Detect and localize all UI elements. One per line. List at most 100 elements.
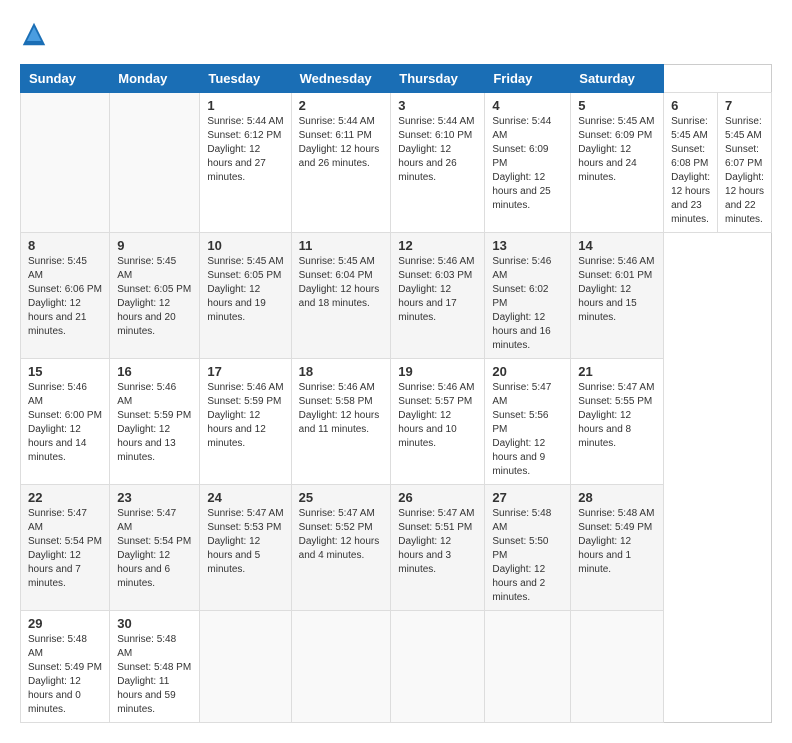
sunrise: Sunrise: 5:48 AM bbox=[492, 508, 551, 533]
calendar-day-cell: 6 Sunrise: 5:45 AM Sunset: 6:08 PM Dayli… bbox=[664, 93, 718, 233]
day-number: 27 bbox=[492, 490, 563, 505]
sunrise: Sunrise: 5:46 AM bbox=[207, 382, 283, 393]
sunset: Sunset: 5:56 PM bbox=[492, 410, 548, 435]
day-info: Sunrise: 5:44 AM Sunset: 6:09 PM Dayligh… bbox=[492, 115, 563, 213]
day-info: Sunrise: 5:48 AM Sunset: 5:48 PM Dayligh… bbox=[117, 633, 192, 717]
daylight: Daylight: 12 hours and 15 minutes. bbox=[578, 284, 636, 323]
daylight: Daylight: 12 hours and 8 minutes. bbox=[578, 410, 631, 449]
calendar-day-cell: 26 Sunrise: 5:47 AM Sunset: 5:51 PM Dayl… bbox=[391, 485, 485, 611]
daylight: Daylight: 12 hours and 1 minute. bbox=[578, 536, 631, 575]
daylight: Daylight: 12 hours and 20 minutes. bbox=[117, 298, 175, 337]
calendar-day-cell: 4 Sunrise: 5:44 AM Sunset: 6:09 PM Dayli… bbox=[485, 93, 571, 233]
day-number: 28 bbox=[578, 490, 656, 505]
daylight: Daylight: 12 hours and 12 minutes. bbox=[207, 410, 265, 449]
daylight: Daylight: 12 hours and 0 minutes. bbox=[28, 676, 81, 715]
sunset: Sunset: 6:05 PM bbox=[117, 284, 191, 295]
sunrise: Sunrise: 5:46 AM bbox=[299, 382, 375, 393]
calendar-day-cell: 16 Sunrise: 5:46 AM Sunset: 5:59 PM Dayl… bbox=[110, 359, 200, 485]
day-info: Sunrise: 5:46 AM Sunset: 5:59 PM Dayligh… bbox=[207, 381, 283, 451]
day-info: Sunrise: 5:45 AM Sunset: 6:08 PM Dayligh… bbox=[671, 115, 710, 227]
day-info: Sunrise: 5:46 AM Sunset: 5:59 PM Dayligh… bbox=[117, 381, 192, 465]
sunrise: Sunrise: 5:45 AM bbox=[671, 116, 708, 141]
sunrise: Sunrise: 5:45 AM bbox=[299, 256, 375, 267]
sunrise: Sunrise: 5:47 AM bbox=[492, 382, 551, 407]
daylight: Daylight: 12 hours and 5 minutes. bbox=[207, 536, 260, 575]
daylight: Daylight: 12 hours and 22 minutes. bbox=[725, 172, 764, 225]
calendar-day-cell: 8 Sunrise: 5:45 AM Sunset: 6:06 PM Dayli… bbox=[21, 233, 110, 359]
daylight: Daylight: 12 hours and 3 minutes. bbox=[398, 536, 451, 575]
sunset: Sunset: 6:12 PM bbox=[207, 130, 281, 141]
daylight: Daylight: 12 hours and 26 minutes. bbox=[398, 144, 456, 183]
sunset: Sunset: 6:05 PM bbox=[207, 270, 281, 281]
sunset: Sunset: 6:09 PM bbox=[492, 144, 548, 169]
sunrise: Sunrise: 5:44 AM bbox=[492, 116, 551, 141]
sunrise: Sunrise: 5:44 AM bbox=[398, 116, 474, 127]
sunset: Sunset: 6:02 PM bbox=[492, 284, 548, 309]
day-info: Sunrise: 5:46 AM Sunset: 6:02 PM Dayligh… bbox=[492, 255, 563, 353]
sunset: Sunset: 6:10 PM bbox=[398, 130, 472, 141]
calendar-day-cell: 14 Sunrise: 5:46 AM Sunset: 6:01 PM Dayl… bbox=[571, 233, 664, 359]
daylight: Daylight: 12 hours and 24 minutes. bbox=[578, 144, 636, 183]
sunrise: Sunrise: 5:46 AM bbox=[117, 382, 176, 407]
sunrise: Sunrise: 5:48 AM bbox=[117, 634, 176, 659]
daylight: Daylight: 12 hours and 11 minutes. bbox=[299, 410, 380, 435]
calendar-day-cell bbox=[21, 93, 110, 233]
sunset: Sunset: 6:11 PM bbox=[299, 130, 372, 141]
day-number: 19 bbox=[398, 364, 477, 379]
daylight: Daylight: 12 hours and 21 minutes. bbox=[28, 298, 86, 337]
sunset: Sunset: 6:01 PM bbox=[578, 270, 652, 281]
weekday-header: Tuesday bbox=[200, 65, 291, 93]
day-number: 6 bbox=[671, 98, 710, 113]
logo-icon bbox=[20, 20, 48, 48]
sunset: Sunset: 5:59 PM bbox=[207, 396, 281, 407]
day-number: 22 bbox=[28, 490, 102, 505]
day-number: 9 bbox=[117, 238, 192, 253]
day-info: Sunrise: 5:45 AM Sunset: 6:04 PM Dayligh… bbox=[299, 255, 384, 311]
calendar-day-cell bbox=[291, 611, 391, 723]
sunset: Sunset: 6:08 PM bbox=[671, 144, 708, 169]
sunrise: Sunrise: 5:47 AM bbox=[299, 508, 375, 519]
day-info: Sunrise: 5:47 AM Sunset: 5:54 PM Dayligh… bbox=[117, 507, 192, 591]
sunrise: Sunrise: 5:47 AM bbox=[207, 508, 283, 519]
sunrise: Sunrise: 5:46 AM bbox=[398, 256, 474, 267]
calendar-day-cell bbox=[200, 611, 291, 723]
day-info: Sunrise: 5:45 AM Sunset: 6:09 PM Dayligh… bbox=[578, 115, 656, 185]
calendar-day-cell: 19 Sunrise: 5:46 AM Sunset: 5:57 PM Dayl… bbox=[391, 359, 485, 485]
calendar-week-row: 29 Sunrise: 5:48 AM Sunset: 5:49 PM Dayl… bbox=[21, 611, 772, 723]
daylight: Daylight: 12 hours and 19 minutes. bbox=[207, 284, 265, 323]
calendar-day-cell: 17 Sunrise: 5:46 AM Sunset: 5:59 PM Dayl… bbox=[200, 359, 291, 485]
day-info: Sunrise: 5:45 AM Sunset: 6:07 PM Dayligh… bbox=[725, 115, 764, 227]
day-info: Sunrise: 5:45 AM Sunset: 6:05 PM Dayligh… bbox=[207, 255, 283, 325]
daylight: Daylight: 12 hours and 4 minutes. bbox=[299, 536, 380, 561]
logo bbox=[20, 20, 52, 48]
sunset: Sunset: 5:54 PM bbox=[117, 536, 191, 547]
sunrise: Sunrise: 5:48 AM bbox=[28, 634, 87, 659]
daylight: Daylight: 12 hours and 7 minutes. bbox=[28, 550, 81, 589]
day-number: 5 bbox=[578, 98, 656, 113]
calendar-week-row: 22 Sunrise: 5:47 AM Sunset: 5:54 PM Dayl… bbox=[21, 485, 772, 611]
calendar-day-cell: 10 Sunrise: 5:45 AM Sunset: 6:05 PM Dayl… bbox=[200, 233, 291, 359]
day-number: 24 bbox=[207, 490, 283, 505]
sunset: Sunset: 6:07 PM bbox=[725, 144, 762, 169]
sunset: Sunset: 6:00 PM bbox=[28, 410, 102, 421]
sunrise: Sunrise: 5:46 AM bbox=[28, 382, 87, 407]
calendar-day-cell: 12 Sunrise: 5:46 AM Sunset: 6:03 PM Dayl… bbox=[391, 233, 485, 359]
day-number: 2 bbox=[299, 98, 384, 113]
daylight: Daylight: 12 hours and 16 minutes. bbox=[492, 312, 550, 351]
weekday-header-row: SundayMondayTuesdayWednesdayThursdayFrid… bbox=[21, 65, 772, 93]
sunset: Sunset: 5:50 PM bbox=[492, 536, 548, 561]
daylight: Daylight: 12 hours and 2 minutes. bbox=[492, 564, 545, 603]
sunset: Sunset: 5:54 PM bbox=[28, 536, 102, 547]
day-number: 20 bbox=[492, 364, 563, 379]
day-number: 4 bbox=[492, 98, 563, 113]
sunrise: Sunrise: 5:47 AM bbox=[28, 508, 87, 533]
sunset: Sunset: 6:09 PM bbox=[578, 130, 652, 141]
day-number: 16 bbox=[117, 364, 192, 379]
sunrise: Sunrise: 5:44 AM bbox=[207, 116, 283, 127]
weekday-header: Monday bbox=[110, 65, 200, 93]
calendar-day-cell: 11 Sunrise: 5:45 AM Sunset: 6:04 PM Dayl… bbox=[291, 233, 391, 359]
daylight: Daylight: 12 hours and 13 minutes. bbox=[117, 424, 175, 463]
weekday-header: Saturday bbox=[571, 65, 664, 93]
day-info: Sunrise: 5:47 AM Sunset: 5:55 PM Dayligh… bbox=[578, 381, 656, 451]
sunrise: Sunrise: 5:47 AM bbox=[398, 508, 474, 519]
